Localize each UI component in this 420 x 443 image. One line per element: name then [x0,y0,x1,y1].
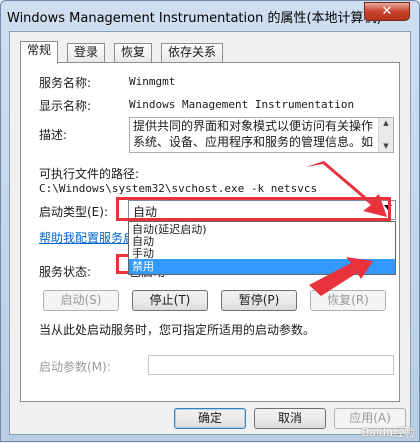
service-name-value: Winmgmt [129,75,176,88]
close-button[interactable]: ✕ [364,2,410,21]
service-name-label: 服务名称: [39,76,92,90]
start-service-button[interactable]: 启动(S) [43,290,119,311]
start-params-hint: 当从此处启动服务时，您可指定所适用的启动参数。 [39,323,316,337]
startup-option-disabled[interactable]: 禁用 [129,259,395,274]
dialog-client: 常规 登录 恢复 依存关系 服务名称: Winmgmt 显示名称: Window… [9,31,411,435]
startup-type-dropdown: 自动(延迟启动) 自动 手动 禁用 [128,221,396,275]
scroll-down-icon[interactable]: ▼ [379,141,393,152]
resume-service-button[interactable]: 恢复(R) [310,290,386,311]
title-bar[interactable]: Windows Management Instrumentation 的属性(本… [1,1,419,31]
help-configure-link[interactable]: 帮助我配置服务启 [39,229,135,246]
startup-select-highlight [116,197,391,221]
tab-dependencies[interactable]: 依存关系 [161,43,224,62]
exec-path-label: 可执行文件的路径: [39,167,140,181]
startup-option-auto[interactable]: 自动 [129,236,395,248]
pause-service-button[interactable]: 暂停(P) [221,290,297,311]
display-name-value: Windows Management Instrumentation [129,98,355,111]
tab-recovery[interactable]: 恢复 [114,43,153,62]
scroll-up-icon[interactable]: ▲ [379,118,393,129]
tab-logon[interactable]: 登录 [67,43,106,62]
display-name-label: 显示名称: [39,99,92,113]
exec-path-value: C:\Windows\system32\svchost.exe -k netsv… [39,182,318,195]
window-title: Windows Management Instrumentation 的属性(本… [7,11,382,26]
stop-service-button[interactable]: 停止(T) [132,290,208,311]
description-text: 提供共同的界面和对象模式以便访问有关操作系统、设备、应用程序和服务的管理信息。如 [133,119,374,149]
general-panel: 服务名称: Winmgmt 显示名称: Windows Management I… [20,62,400,402]
description-box[interactable]: 提供共同的界面和对象模式以便访问有关操作系统、设备、应用程序和服务的管理信息。如… [129,117,394,153]
properties-window: Windows Management Instrumentation 的属性(本… [0,0,420,442]
service-status-label: 服务状态: [39,265,92,279]
start-params-input[interactable] [148,355,394,375]
ok-button[interactable]: 确定 [174,408,246,429]
cancel-button[interactable]: 取消 [254,408,326,429]
startup-option-auto-delayed[interactable]: 自动(延迟启动) [129,224,395,236]
tab-general[interactable]: 常规 [20,41,59,64]
startup-type-label: 启动类型(E): [39,205,108,219]
start-params-label: 启动参数(M): [39,360,111,374]
watermark: Baidu经验 [361,426,415,439]
description-label: 描述: [39,128,68,142]
description-scrollbar[interactable]: ▲ ▼ [378,118,393,152]
